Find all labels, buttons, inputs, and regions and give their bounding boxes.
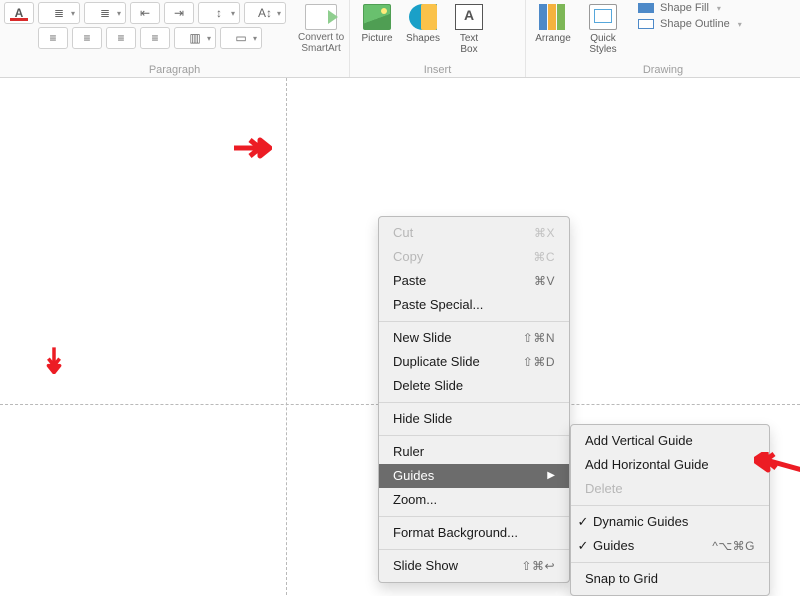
menu-copy: Copy⌘C <box>379 245 569 269</box>
font-color-button[interactable] <box>4 2 34 24</box>
shapes-icon <box>409 4 437 30</box>
picture-icon <box>363 4 391 30</box>
sector-label-paragraph: Paragraph <box>0 63 349 77</box>
align-right-button[interactable]: ≡ <box>106 27 136 49</box>
guides-submenu: Add Vertical Guide Add Horizontal Guide … <box>570 424 770 596</box>
align-justify-button[interactable]: ≡ <box>140 27 170 49</box>
annotation-arrow-right <box>232 134 272 162</box>
sector-label-insert: Insert <box>350 63 525 77</box>
text-box-button[interactable]: Text Box <box>448 4 490 55</box>
columns-button[interactable]: ▥ <box>174 27 216 49</box>
annotation-arrow-down <box>34 346 74 374</box>
indent-button[interactable]: ⇥ <box>164 2 194 24</box>
submenu-snap-to-grid[interactable]: Snap to Grid <box>571 567 769 591</box>
shapes-label: Shapes <box>406 33 440 44</box>
menu-paste-special[interactable]: Paste Special... <box>379 293 569 317</box>
quick-styles-icon <box>589 4 617 30</box>
text-box-label: Text Box <box>460 33 478 55</box>
align-left-button[interactable]: ≡ <box>38 27 68 49</box>
menu-new-slide[interactable]: New Slide⇧⌘N <box>379 326 569 350</box>
submenu-guides[interactable]: ✓Guides^⌥⌘G <box>571 534 769 558</box>
align-text-button[interactable]: ▭ <box>220 27 262 49</box>
sector-label-drawing: Drawing <box>526 63 800 77</box>
shapes-button[interactable]: Shapes <box>402 4 444 44</box>
quick-styles-label: Quick Styles <box>589 33 616 55</box>
smartart-icon <box>305 4 337 30</box>
convert-to-smartart-button[interactable]: Convert to SmartArt <box>298 4 344 54</box>
submenu-add-horizontal-guide[interactable]: Add Horizontal Guide <box>571 453 769 477</box>
numbering-button[interactable]: ≣ <box>84 2 126 24</box>
arrange-label: Arrange <box>535 33 571 44</box>
ribbon: ≣ ≣ ⇤ ⇥ ↕ A↕ ≡ ≡ ≡ ≡ ▥ ▭ Convert <box>0 0 800 78</box>
bullets-button[interactable]: ≣ <box>38 2 80 24</box>
text-box-icon <box>455 4 483 30</box>
menu-cut: Cut⌘X <box>379 221 569 245</box>
submenu-add-vertical-guide[interactable]: Add Vertical Guide <box>571 429 769 453</box>
align-center-button[interactable]: ≡ <box>72 27 102 49</box>
paragraph-button-cluster <box>6 2 34 24</box>
menu-format-background[interactable]: Format Background... <box>379 521 569 545</box>
shape-outline-icon <box>638 19 654 29</box>
menu-slide-show[interactable]: Slide Show⇧⌘↩ <box>379 554 569 578</box>
paragraph-align-cluster: ≣ ≣ ⇤ ⇥ ↕ A↕ ≡ ≡ ≡ ≡ ▥ ▭ <box>38 2 286 49</box>
menu-zoom[interactable]: Zoom... <box>379 488 569 512</box>
annotation-arrow-left <box>754 452 800 476</box>
shape-fill-icon <box>638 3 654 13</box>
picture-label: Picture <box>361 33 392 44</box>
text-direction-button[interactable]: A↕ <box>244 2 286 24</box>
menu-ruler[interactable]: Ruler <box>379 440 569 464</box>
shape-fill-label: Shape Fill <box>660 2 709 14</box>
line-spacing-button[interactable]: ↕ <box>198 2 240 24</box>
arrange-icon <box>539 4 567 30</box>
menu-delete-slide[interactable]: Delete Slide <box>379 374 569 398</box>
menu-duplicate-slide[interactable]: Duplicate Slide⇧⌘D <box>379 350 569 374</box>
outdent-button[interactable]: ⇤ <box>130 2 160 24</box>
context-menu: Cut⌘X Copy⌘C Paste⌘V Paste Special... Ne… <box>378 216 570 583</box>
submenu-delete: Delete <box>571 477 769 501</box>
ribbon-sector-insert: Picture Shapes Text Box Insert <box>350 0 526 77</box>
ribbon-sector-drawing: Arrange Quick Styles Shape Fill Shape Ou… <box>526 0 800 77</box>
shape-fill-button[interactable]: Shape Fill <box>638 2 742 14</box>
shape-outline-button[interactable]: Shape Outline <box>638 18 742 30</box>
quick-styles-button[interactable]: Quick Styles <box>582 4 624 55</box>
smartart-label: Convert to SmartArt <box>298 32 344 54</box>
picture-button[interactable]: Picture <box>356 4 398 44</box>
ribbon-sector-paragraph: ≣ ≣ ⇤ ⇥ ↕ A↕ ≡ ≡ ≡ ≡ ▥ ▭ Convert <box>0 0 350 77</box>
menu-guides[interactable]: Guides▶ <box>379 464 569 488</box>
menu-paste[interactable]: Paste⌘V <box>379 269 569 293</box>
arrange-button[interactable]: Arrange <box>532 4 574 44</box>
vertical-guide[interactable] <box>286 78 287 595</box>
menu-hide-slide[interactable]: Hide Slide <box>379 407 569 431</box>
submenu-dynamic-guides[interactable]: ✓Dynamic Guides <box>571 510 769 534</box>
shape-outline-label: Shape Outline <box>660 18 730 30</box>
